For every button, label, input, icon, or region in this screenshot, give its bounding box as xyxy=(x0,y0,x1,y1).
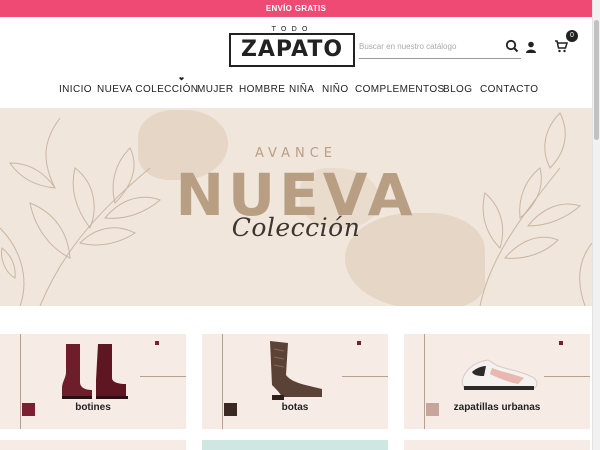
nav-item-inicio[interactable]: INICIO xyxy=(59,84,92,95)
category-label: botines xyxy=(75,402,111,413)
nav-item-hombre[interactable]: HOMBRE xyxy=(239,84,285,95)
nav-item-mujer[interactable]: MUJER xyxy=(197,84,233,95)
nav-item-nina[interactable]: NIÑA xyxy=(289,84,315,95)
boot-image xyxy=(62,344,128,399)
main-nav: INICIO NUEVA COLECCIÓN MUJER HOMBRE NIÑA… xyxy=(0,80,592,100)
nav-item-blog[interactable]: BLOG xyxy=(443,84,472,95)
decorative-dot xyxy=(559,341,563,345)
search-box xyxy=(359,35,521,59)
shipping-banner: ENVÍO GRATIS xyxy=(0,0,592,17)
divider-line xyxy=(424,334,425,429)
category-card-partial[interactable] xyxy=(0,440,186,450)
category-card-zapatillas-urbanas[interactable]: zapatillas urbanas xyxy=(404,334,590,429)
logo-main-text: ZAPATO xyxy=(229,33,355,67)
category-label: zapatillas urbanas xyxy=(453,402,541,413)
decorative-dot xyxy=(357,341,361,345)
nav-item-complementos[interactable]: COMPLEMENTOS xyxy=(355,84,445,95)
sneaker-image xyxy=(461,359,538,390)
hero-script-text: Colección xyxy=(231,213,361,242)
divider-line xyxy=(544,376,590,377)
category-card-botines[interactable]: botines xyxy=(0,334,186,429)
scrollbar-thumb[interactable] xyxy=(594,20,599,140)
search-icon[interactable] xyxy=(505,39,519,53)
divider-line xyxy=(20,334,21,429)
site-logo[interactable]: TODO ZAPATO xyxy=(229,25,355,67)
search-input[interactable] xyxy=(359,35,499,57)
divider-line xyxy=(222,334,223,429)
nav-item-nueva-coleccion[interactable]: NUEVA COLECCIÓN xyxy=(97,84,198,95)
divider-line xyxy=(140,376,186,377)
nav-item-contacto[interactable]: CONTACTO xyxy=(480,84,538,95)
cart-icon[interactable] xyxy=(554,39,569,53)
hero-subtitle: AVANCE xyxy=(254,146,338,161)
category-card-botas[interactable]: botas xyxy=(202,334,388,429)
nav-item-nino[interactable]: NIÑO xyxy=(322,84,349,95)
logo-small-text: TODO xyxy=(271,25,313,33)
decorative-dot xyxy=(155,341,159,345)
hero-banner[interactable]: AVANCE NUEVA Colección xyxy=(0,108,592,306)
user-icon[interactable] xyxy=(525,40,537,53)
page-scrollbar[interactable] xyxy=(592,0,600,450)
divider-line xyxy=(342,376,388,377)
boot-image xyxy=(270,341,322,400)
cart-count-badge: 0 xyxy=(566,30,578,42)
site-header: TODO ZAPATO 0 xyxy=(0,17,592,75)
page: ENVÍO GRATIS TODO ZAPATO 0 ❤ INICIO NUEV… xyxy=(0,0,600,450)
category-card-partial[interactable] xyxy=(404,440,590,450)
category-card-partial[interactable] xyxy=(202,440,388,450)
category-label: botas xyxy=(281,402,309,413)
